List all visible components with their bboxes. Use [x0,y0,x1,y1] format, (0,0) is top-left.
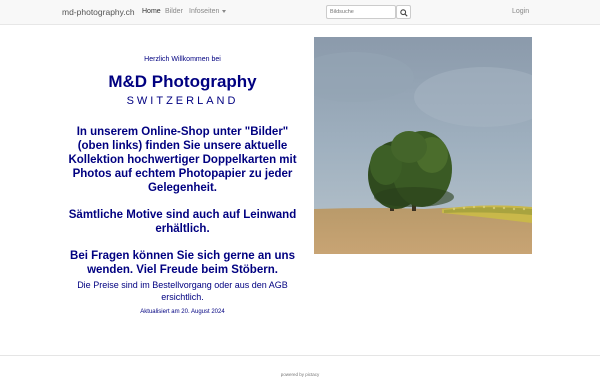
search-input[interactable] [326,5,396,19]
welcome-text: Herzlich Willkommen bei [144,56,221,63]
navbar: md-photography.ch Home Bilder Infoseiten… [0,0,600,25]
page-subtitle: SWITZERLAND [126,95,239,107]
welcome-content: Herzlich Willkommen bei M&D Photography … [60,50,305,315]
nav-item-infoseiten-label: Infoseiten [189,8,220,15]
contact-paragraph: Bei Fragen können Sie sich gerne an uns … [70,250,295,276]
brand-link[interactable]: md-photography.ch [62,7,135,17]
login-link[interactable]: Login [512,8,529,15]
prices-paragraph: Die Preise sind im Bestellvorgang oder a… [77,280,288,302]
intro-paragraph: In unserem Online-Shop unter "Bilder" (o… [68,126,297,194]
caret-down-icon [222,9,227,13]
nav-item-bilder[interactable]: Bilder [165,8,183,15]
search-button[interactable] [396,5,411,19]
footer: powered by pictacy [0,355,600,377]
updated-date: Aktualisiert am 20. August 2024 [140,309,225,315]
search-icon [400,9,408,17]
nav-item-home[interactable]: Home [142,8,161,15]
nav-item-infoseiten[interactable]: Infoseiten [189,8,227,15]
page-title: M&D Photography [108,72,257,91]
canvas-paragraph: Sämtliche Motive sind auch auf Leinwand … [68,209,297,235]
hero-photo [314,37,532,254]
